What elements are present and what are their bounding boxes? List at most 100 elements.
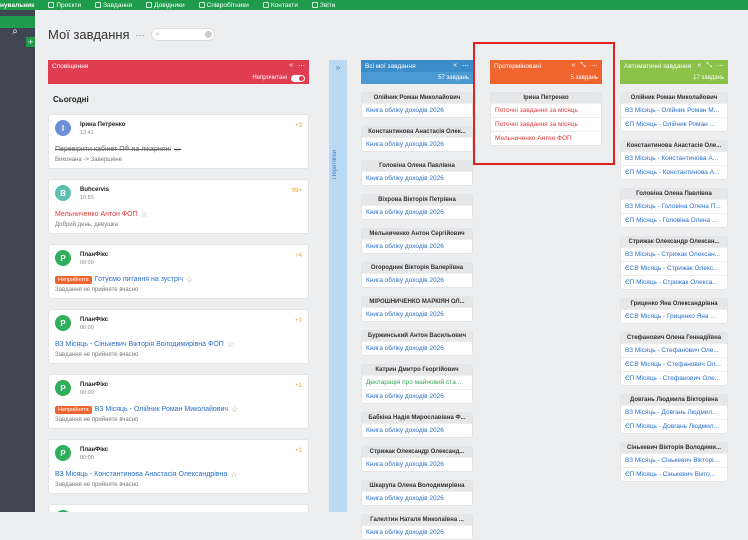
clear-icon[interactable] bbox=[204, 31, 212, 38]
task-link[interactable]: ВЗ Місяць - Стрижак Олексан... bbox=[621, 247, 727, 261]
notification-message[interactable]: Перевірити кабінет ПФ на лікарняні ☆ bbox=[55, 145, 181, 154]
task-link[interactable]: ЄП Місяць - Головіна Олена ... bbox=[621, 213, 727, 227]
message-text[interactable]: Мельниченко Антон ФОП bbox=[55, 211, 138, 218]
notification-card[interactable]: P ПланФікс 00:00 +4 Неприйнята Готуємо питанн… bbox=[48, 244, 309, 299]
task-link[interactable]: Книга обліку доходів 2026 bbox=[362, 457, 472, 471]
card-header[interactable]: Головіна Олена Павлівна bbox=[621, 189, 727, 199]
notification-message[interactable]: Неприйнята ВЗ Місяць - Олійник Роман Мико… bbox=[55, 405, 238, 414]
search-input[interactable]: ⌕ bbox=[150, 28, 215, 41]
unread-toggle[interactable] bbox=[291, 74, 305, 82]
task-link[interactable]: ЄП Місяць - Сінькевич Вікто... bbox=[621, 467, 727, 481]
card-header[interactable]: Гриценко Яна Олександрівна bbox=[621, 299, 727, 309]
message-text[interactable]: ВЗ Місяць - Олійник Роман Миколайович bbox=[95, 406, 228, 413]
task-link[interactable]: Книга обліку доходів 2026 bbox=[362, 491, 472, 505]
card-header[interactable]: Головіна Олена Павлівна bbox=[362, 161, 472, 171]
task-link[interactable]: ВЗ Місяць - Константинова А... bbox=[621, 151, 727, 165]
task-link[interactable]: ВЗ Місяць - Довгань Людмил... bbox=[621, 405, 727, 419]
task-link[interactable]: ЄСВ Місяць - Гриценко Яна ... bbox=[621, 309, 727, 323]
card-header[interactable]: МІРОШНИЧЕНКО МАРКІЯН ОЛ... bbox=[362, 297, 472, 307]
card-header[interactable]: Катрин Дмитро Георгійович bbox=[362, 365, 472, 375]
task-link[interactable]: ЄСВ Місяць - Стефанович Ол... bbox=[621, 357, 727, 371]
task-link[interactable]: ЄСВ Місяць - Стрижак Олекс... bbox=[621, 261, 727, 275]
task-link[interactable]: ВЗ Місяць - Стефанович Оле... bbox=[621, 343, 727, 357]
card-header[interactable]: Довгань Людмила Вікторівна bbox=[621, 395, 727, 405]
page-menu-icon[interactable]: ··· bbox=[136, 30, 145, 40]
notification-card[interactable]: P ПланФікс 00:00 +1 Неприйнята ВЗ Місяць - Ол… bbox=[48, 374, 309, 429]
nav-item[interactable]: Довідники bbox=[146, 2, 185, 9]
notification-card[interactable]: P ПланФікс 00:00 +1 ВЗ Місяць - Константинов… bbox=[48, 439, 309, 494]
task-link[interactable]: Книга обліку доходів 2026 bbox=[362, 171, 472, 185]
card-header[interactable]: Константинова Анастасія Оле... bbox=[621, 141, 727, 151]
collapse-icon[interactable]: « bbox=[289, 62, 293, 70]
nav-item[interactable]: Проєкти bbox=[48, 2, 81, 9]
collapse-icon[interactable]: « bbox=[697, 62, 701, 70]
card-header[interactable]: Стрижак Олександр Олександ... bbox=[362, 447, 472, 457]
star-icon[interactable]: ☆ bbox=[141, 210, 148, 219]
task-link[interactable]: Книга обліку доходів 2026 bbox=[362, 273, 472, 287]
expand-icon[interactable]: » bbox=[329, 63, 347, 72]
expand-icon[interactable]: ⤡ bbox=[706, 62, 712, 70]
message-text[interactable]: Готуємо питання на зустріч bbox=[95, 276, 183, 283]
more-icon[interactable]: ⋯ bbox=[462, 62, 469, 70]
nav-item[interactable]: нувальник bbox=[0, 2, 34, 9]
notification-message[interactable]: Неприйнята Готуємо питання на зустріч ☆ bbox=[55, 275, 193, 284]
task-link[interactable]: ЄП Місяць - Олійник Роман ... bbox=[621, 117, 727, 131]
add-button[interactable]: + bbox=[26, 37, 35, 47]
task-link[interactable]: ВЗ Місяць - Олійник Роман М... bbox=[621, 103, 727, 117]
task-link[interactable]: Книга обліку доходів 2026 bbox=[362, 239, 472, 253]
task-link[interactable]: Книга обліку доходів 2026 bbox=[362, 525, 472, 539]
star-icon[interactable]: ☆ bbox=[227, 340, 234, 349]
nav-item[interactable]: Звіти bbox=[311, 2, 335, 9]
task-link[interactable]: Книга обліку доходів 2026 bbox=[362, 103, 472, 117]
task-link[interactable]: Книга обліку доходів 2026 bbox=[362, 137, 472, 151]
star-icon[interactable]: ☆ bbox=[174, 145, 181, 154]
notification-card[interactable]: P ПланФікс 00:00 +1 ВЗ Місяць - Сінькевич Ві… bbox=[48, 309, 309, 364]
notification-message[interactable]: ВЗ Місяць - Сінькевич Вікторія Володимир… bbox=[55, 340, 234, 349]
card-header[interactable]: Шкарупа Олена Володимирівна bbox=[362, 481, 472, 491]
star-icon[interactable]: ☆ bbox=[186, 275, 193, 284]
task-link[interactable]: Книга обліку доходів 2026 bbox=[362, 423, 472, 437]
task-link[interactable]: Книга обліку доходів 2026 bbox=[362, 307, 472, 321]
notification-message[interactable]: ВЗ Місяць - Константинова Анастасія Олек… bbox=[55, 470, 237, 479]
card-header[interactable]: Олійник Роман Миколайович bbox=[621, 93, 727, 103]
task-link[interactable]: ЄП Місяць - Константинова А... bbox=[621, 165, 727, 179]
task-link[interactable]: Книга обліку доходів 2026 bbox=[362, 389, 472, 403]
task-link[interactable]: Книга обліку доходів 2026 bbox=[362, 341, 472, 355]
card-header[interactable]: Стрижак Олександр Олексан... bbox=[621, 237, 727, 247]
notification-message[interactable]: Мельниченко Антон ФОП ☆ bbox=[55, 210, 148, 219]
card-header[interactable]: Галелтин Наталя Миколаївна ... bbox=[362, 515, 472, 525]
card-header[interactable]: Сінькевич Вікторія Володими... bbox=[621, 443, 727, 453]
task-link[interactable]: ВЗ Місяць - Сінькевич Вікторі... bbox=[621, 453, 727, 467]
card-header[interactable]: Олійник Роман Миколайович bbox=[362, 93, 472, 103]
task-link[interactable]: ВЗ Місяць - Головіна Олена П... bbox=[621, 199, 727, 213]
card-header[interactable]: Константинова Анастасія Олек... bbox=[362, 127, 472, 137]
more-icon[interactable]: ⋯ bbox=[298, 62, 305, 70]
card-header[interactable]: Віхрова Вікторія Петрівна bbox=[362, 195, 472, 205]
star-icon[interactable]: ☆ bbox=[231, 405, 238, 414]
timestamp: 10:53 bbox=[80, 195, 94, 201]
card-header[interactable]: Бабкіна Надія Мирославівна Ф... bbox=[362, 413, 472, 423]
card-header[interactable]: Мельниченко Антон Сергійович bbox=[362, 229, 472, 239]
card-header[interactable]: Стефанович Олена Геннадіївна bbox=[621, 333, 727, 343]
star-icon[interactable]: ☆ bbox=[230, 470, 237, 479]
nav-item[interactable]: Контакти bbox=[262, 2, 298, 9]
search-icon[interactable]: ⌕ bbox=[9, 26, 21, 38]
message-text[interactable]: Перевірити кабінет ПФ на лікарняні bbox=[55, 146, 171, 153]
notification-card[interactable]: I Ірина Петренко 13:41 +3 Перевірити кабінет… bbox=[48, 114, 309, 169]
task-link[interactable]: ЄП Місяць - Стефанович Оле... bbox=[621, 371, 727, 385]
message-text[interactable]: ВЗ Місяць - Константинова Анастасія Олек… bbox=[55, 471, 227, 478]
card-header[interactable]: Буржинський Антон Васильович bbox=[362, 331, 472, 341]
message-text[interactable]: ВЗ Місяць - Сінькевич Вікторія Володимир… bbox=[55, 341, 224, 348]
task-link[interactable]: ЄП Місяць - Стрижак Олекса... bbox=[621, 275, 727, 289]
task-link[interactable]: ЄП Місяць - Довгань Людмил... bbox=[621, 419, 727, 433]
notification-card[interactable]: B Buhcervis 10:53 99+ Мельниченко Антон ФОП ☆… bbox=[48, 179, 309, 234]
collapse-icon[interactable]: « bbox=[453, 62, 457, 70]
nav-item[interactable]: Співробітники bbox=[198, 2, 249, 9]
card-header[interactable]: Огородник Вікторія Валеріївна bbox=[362, 263, 472, 273]
notification-card[interactable]: PПланФікс00:00+1 bbox=[48, 504, 309, 512]
nav-item[interactable]: Завдання bbox=[95, 2, 132, 9]
task-link[interactable]: Декларація про майновий ста... bbox=[362, 375, 472, 389]
more-icon[interactable]: ⋯ bbox=[717, 62, 724, 70]
collapsed-column[interactable]: » Перетягни bbox=[329, 60, 347, 512]
task-link[interactable]: Книга обліку доходів 2026 bbox=[362, 205, 472, 219]
